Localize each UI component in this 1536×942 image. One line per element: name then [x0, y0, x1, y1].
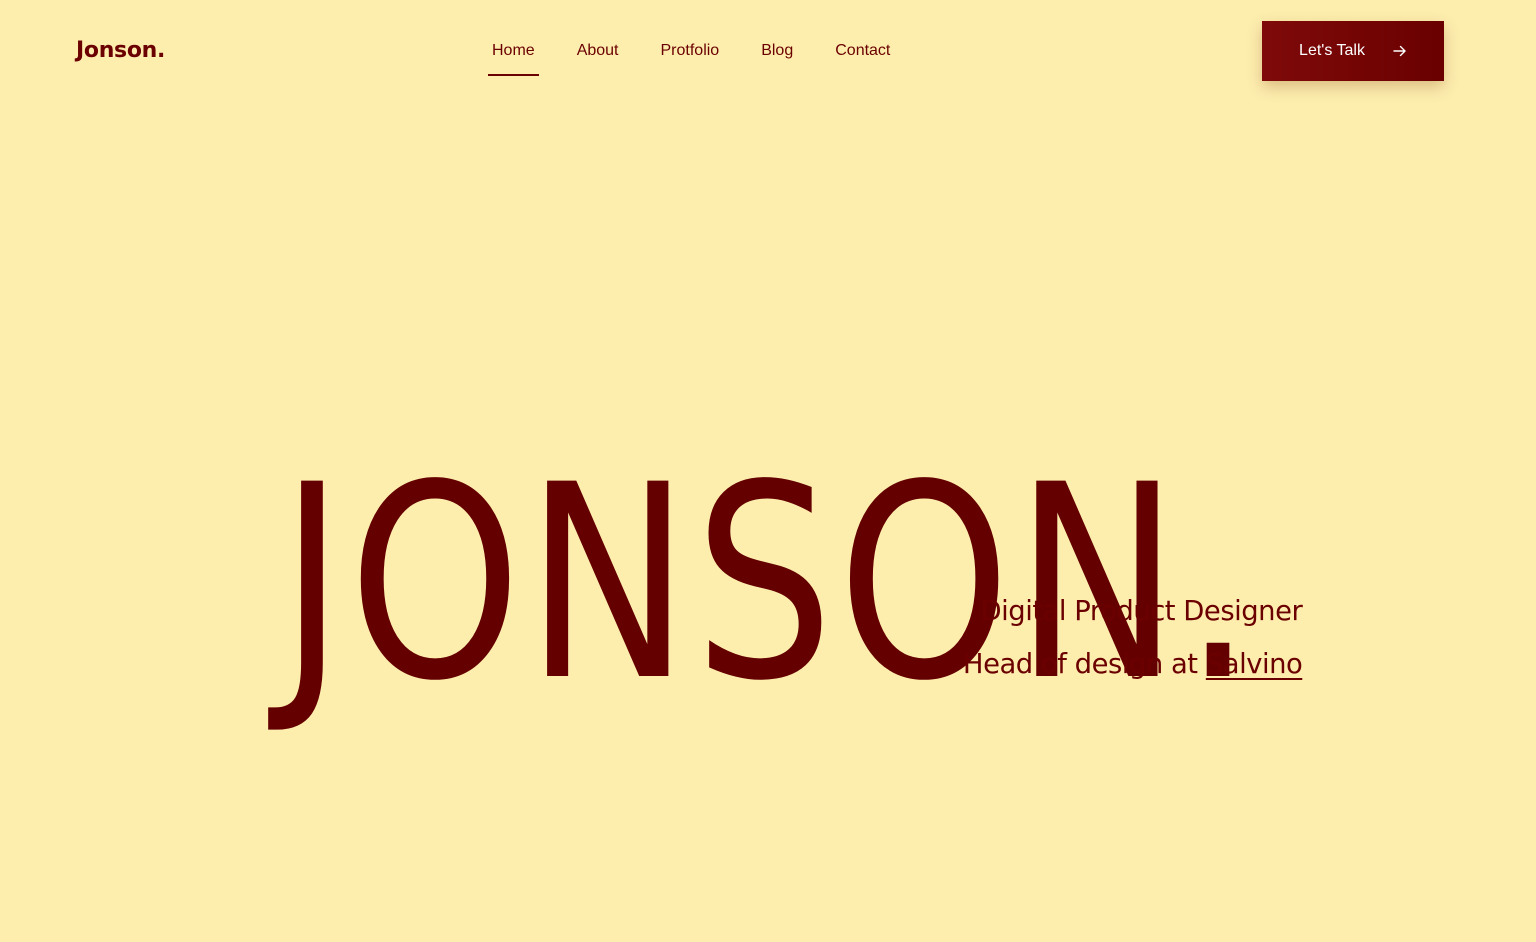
- position-prefix: Head of design at: [962, 647, 1198, 680]
- lets-talk-button[interactable]: Let's Talk: [1262, 21, 1444, 81]
- nav-item-contact[interactable]: Contact: [831, 34, 894, 76]
- nav-item-portfolio[interactable]: Protfolio: [657, 34, 724, 76]
- nav-item-blog[interactable]: Blog: [757, 34, 797, 76]
- site-logo[interactable]: Jonson.: [76, 33, 165, 69]
- company-link[interactable]: Salvino: [1206, 647, 1303, 680]
- role-text: Digital Product Designer: [980, 594, 1302, 627]
- lets-talk-label: Let's Talk: [1299, 42, 1365, 59]
- hero-tagline: Digital Product Designer Head of design …: [962, 584, 1303, 690]
- nav-item-home[interactable]: Home: [488, 34, 539, 76]
- arrow-right-icon: [1393, 44, 1407, 58]
- position-line: Head of design at Salvino: [962, 637, 1303, 690]
- main-nav: Home About Protfolio Blog Contact: [488, 34, 894, 76]
- nav-item-about[interactable]: About: [573, 34, 623, 76]
